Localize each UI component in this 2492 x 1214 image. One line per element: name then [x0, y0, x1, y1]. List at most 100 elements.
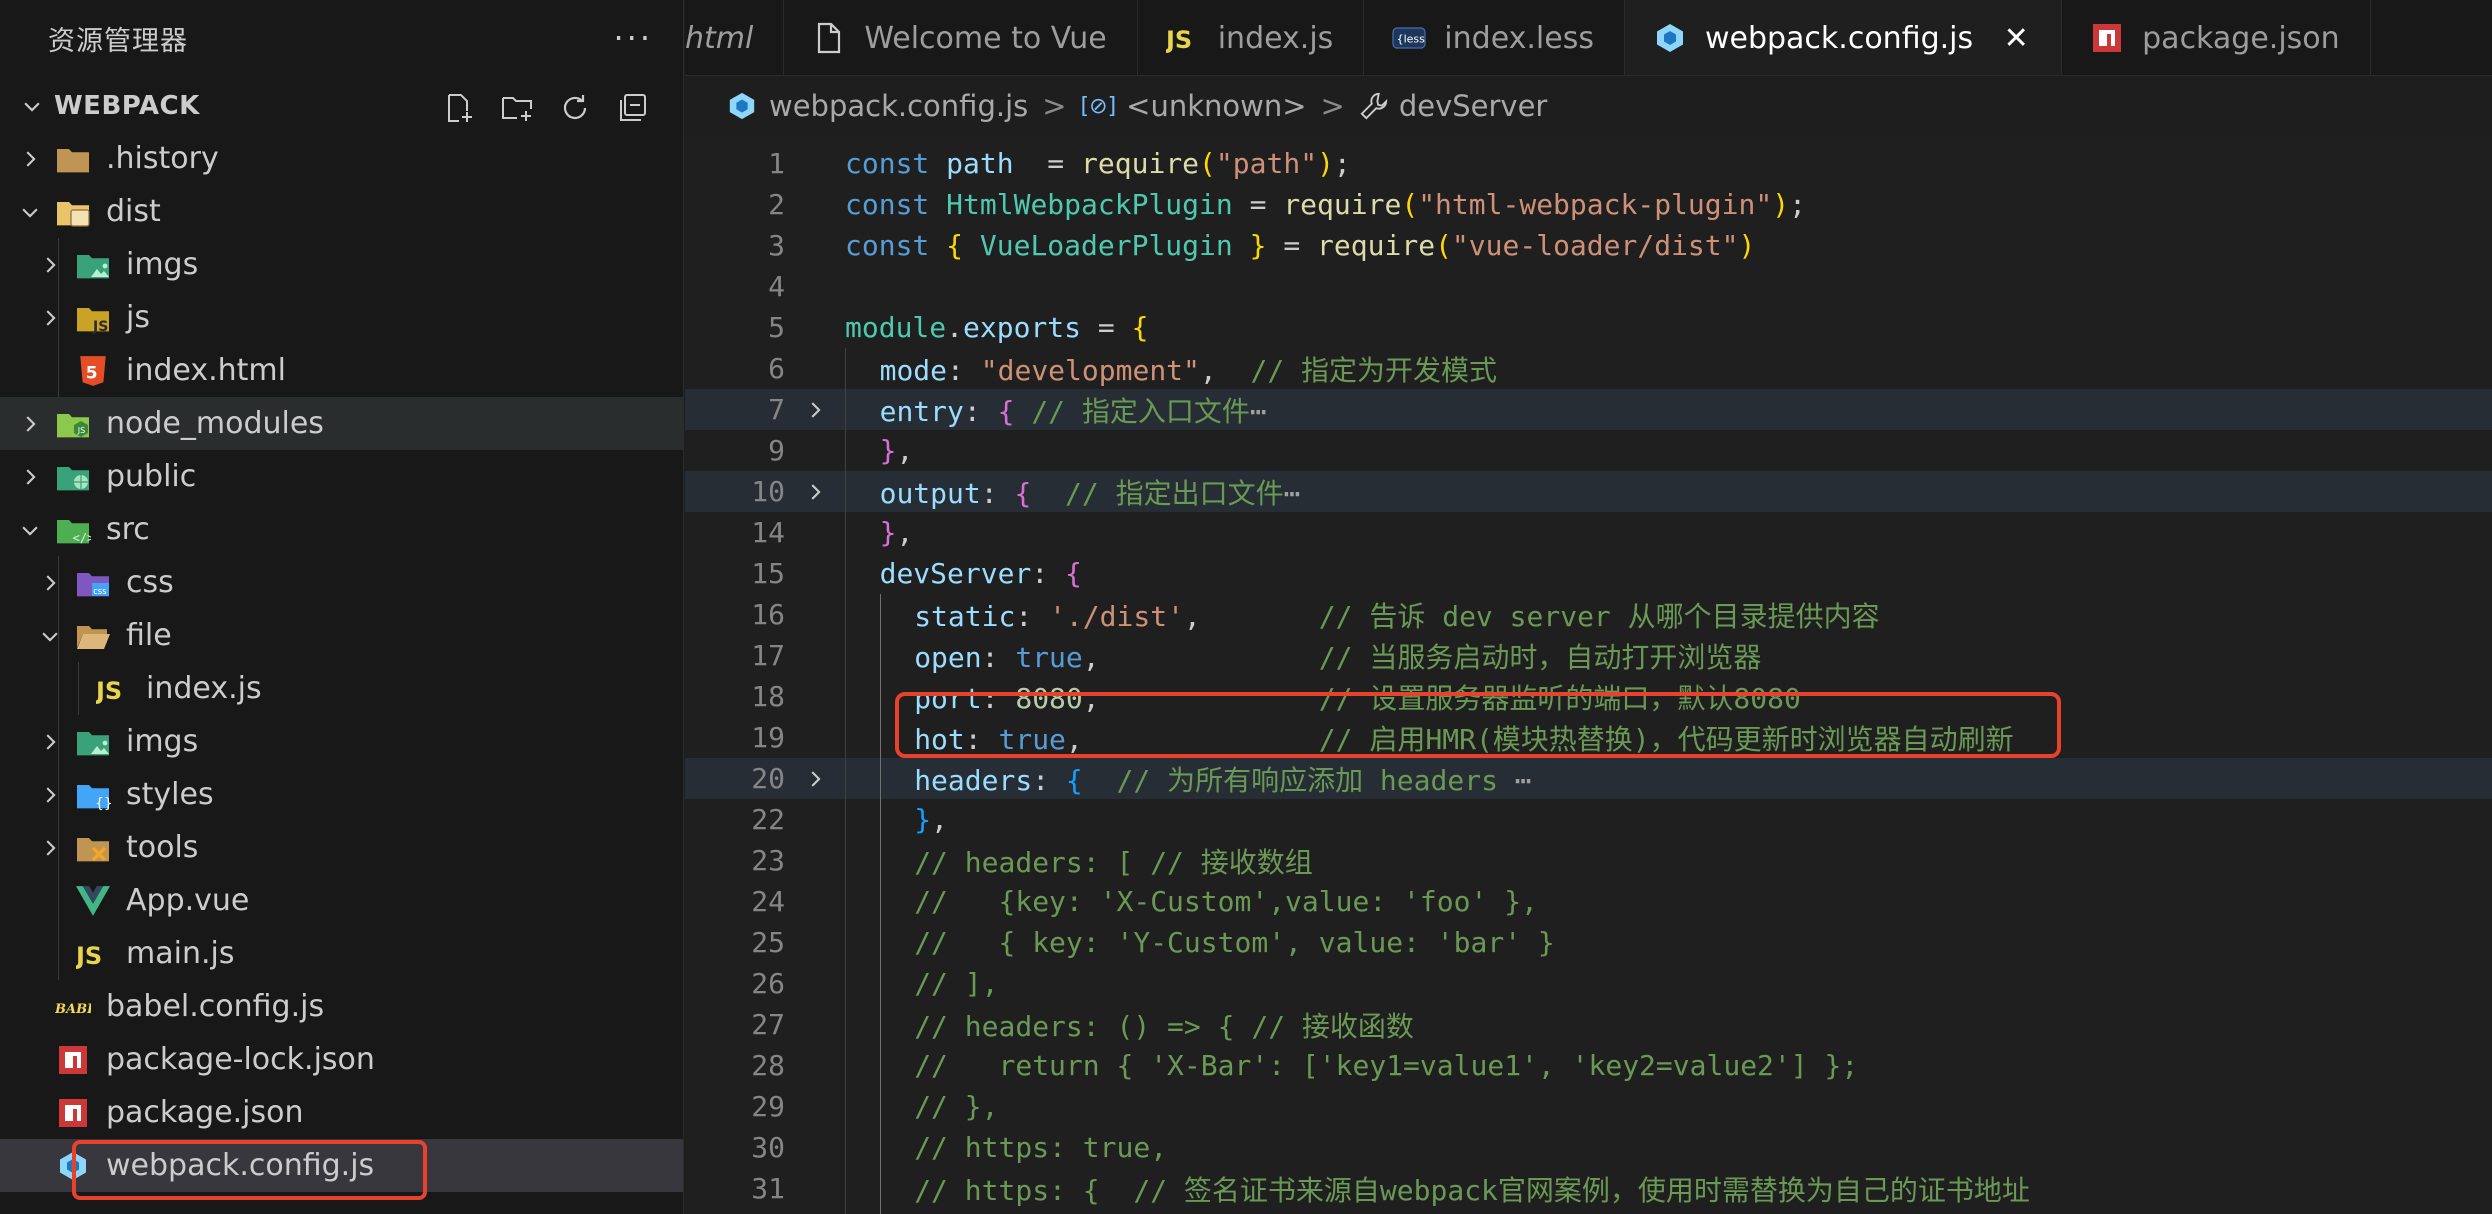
tree-item[interactable]: 5 index.html: [0, 344, 683, 397]
chevron-right-icon[interactable]: [32, 300, 68, 336]
code-token: path: [946, 147, 1014, 180]
chevron-down-icon[interactable]: [32, 618, 68, 654]
code-line[interactable]: 1 const path = require("path");: [685, 143, 2492, 184]
code-editor[interactable]: 1 const path = require("path"); 2 const Htm…: [685, 135, 2492, 1214]
editor-tab[interactable]: JS index.js: [1138, 0, 1365, 75]
code-line[interactable]: 25 // { key: 'Y-Custom', value: 'bar' }: [685, 922, 2492, 963]
chevron-right-icon[interactable]: [12, 459, 48, 495]
code-token: open: [914, 640, 982, 674]
more-actions-button[interactable]: ···: [613, 22, 653, 54]
tree-item[interactable]: BABEL babel.config.js: [0, 980, 683, 1033]
tree-item[interactable]: JS index.js: [0, 662, 683, 715]
tree-item[interactable]: .history: [0, 132, 683, 185]
new-folder-icon[interactable]: [497, 88, 537, 128]
code-line[interactable]: 28 // return { 'X-Bar': ['key1=value1', '…: [685, 1045, 2492, 1086]
editor-tab[interactable]: package.json: [2062, 0, 2371, 75]
code-line[interactable]: 5 module.exports = {: [685, 307, 2492, 348]
code-token: require: [1081, 147, 1200, 180]
fold-chevron-icon[interactable]: [785, 768, 845, 790]
code-line[interactable]: 15 devServer: {: [685, 553, 2492, 594]
tree-item[interactable]: webpack.config.js: [0, 1139, 683, 1192]
symbol-icon: [⊘]: [1080, 93, 1117, 119]
code-line[interactable]: 6 mode: "development", // 指定为开发模式: [685, 348, 2492, 389]
tree-item[interactable]: dist: [0, 185, 683, 238]
editor-tab[interactable]: html: [685, 0, 785, 75]
code-token: devServer: [879, 557, 1032, 590]
npm-icon: [54, 1094, 92, 1132]
chevron-right-icon[interactable]: [32, 565, 68, 601]
chevron-right-icon[interactable]: [32, 830, 68, 866]
tree-item-label: package.json: [106, 1095, 304, 1130]
code-token: ,: [1183, 599, 1319, 633]
tree-item[interactable]: {} styles: [0, 768, 683, 821]
chevron-down-icon[interactable]: [12, 512, 48, 548]
folder-images-icon: [74, 723, 112, 761]
code-line[interactable]: 32// ca: './path/to/server.pem',: [685, 1209, 2492, 1214]
refresh-icon[interactable]: [555, 88, 595, 128]
folder-public-icon: [54, 458, 92, 496]
code-line[interactable]: 24 // {key: 'X-Custom',value: 'foo' },: [685, 881, 2492, 922]
chevron-right-icon[interactable]: [32, 247, 68, 283]
chevron-right-icon[interactable]: [12, 141, 48, 177]
breadcrumb-symbol[interactable]: <unknown>: [1126, 89, 1306, 123]
code-text: // ],: [845, 967, 998, 1000]
code-line[interactable]: 9},: [685, 430, 2492, 471]
code-line[interactable]: 23 // headers: [ // 接收数组: [685, 840, 2492, 881]
tree-item[interactable]: </> src: [0, 503, 683, 556]
tree-item[interactable]: file: [0, 609, 683, 662]
code-line[interactable]: 29 // },: [685, 1086, 2492, 1127]
tree-item[interactable]: JS js: [0, 291, 683, 344]
editor-tab[interactable]: webpack.config.js ✕: [1624, 0, 2063, 75]
line-number: 5: [768, 311, 785, 344]
indent-guide: [58, 291, 59, 344]
chevron-right-icon[interactable]: [32, 724, 68, 760]
code-line[interactable]: 19 hot: true, // 启用HMR(模块热替换)，代码更新时浏览器自动刷…: [685, 717, 2492, 758]
line-number: 24: [751, 885, 785, 918]
tree-item[interactable]: App.vue: [0, 874, 683, 927]
new-file-icon[interactable]: [439, 88, 479, 128]
code-token: './dist': [1049, 599, 1184, 633]
workspace-section-header[interactable]: WEBPACK: [0, 76, 683, 136]
code-line[interactable]: 20 headers: { // 为所有响应添加 headers ⋯: [685, 758, 2492, 799]
tree-item[interactable]: imgs: [0, 715, 683, 768]
code-line[interactable]: 18 port: 8080, // 设置服务器监听的端口，默认8080: [685, 676, 2492, 717]
code-text: // },: [845, 1090, 998, 1123]
code-line[interactable]: 26 // ],: [685, 963, 2492, 1004]
tree-item[interactable]: imgs: [0, 238, 683, 291]
code-line[interactable]: 4: [685, 266, 2492, 307]
code-token: "path": [1215, 147, 1318, 180]
code-line[interactable]: 31 // https: { // 签名证书来源自webpack官网案例，使用时需…: [685, 1168, 2492, 1209]
chevron-right-icon[interactable]: [12, 406, 48, 442]
editor-tab[interactable]: Welcome to Vue: [784, 0, 1138, 75]
code-line[interactable]: 27 // headers: () => { // 接收函数: [685, 1004, 2492, 1045]
code-line[interactable]: 2 const HtmlWebpackPlugin = require("html…: [685, 184, 2492, 225]
tree-item[interactable]: JS main.js: [0, 927, 683, 980]
tree-item[interactable]: public: [0, 450, 683, 503]
tree-item[interactable]: tools: [0, 821, 683, 874]
tree-item[interactable]: JS node_modules: [0, 397, 683, 450]
code-line[interactable]: 30 // https: true,: [685, 1127, 2492, 1168]
code-line[interactable]: 17 open: true, // 当服务启动时，自动打开浏览器: [685, 635, 2492, 676]
breadcrumb-property[interactable]: devServer: [1399, 89, 1548, 123]
code-line[interactable]: 3 const { VueLoaderPlugin } = require("vu…: [685, 225, 2492, 266]
code-token: =: [1232, 188, 1284, 221]
close-icon[interactable]: ✕: [2001, 21, 2031, 56]
fold-chevron-icon[interactable]: [785, 481, 845, 503]
code-line[interactable]: 10 output: { // 指定出口文件⋯: [685, 471, 2492, 512]
code-text: mode: "development", // 指定为开发模式: [845, 349, 1497, 389]
collapse-all-icon[interactable]: [613, 88, 653, 128]
chevron-down-icon[interactable]: [12, 194, 48, 230]
tree-item[interactable]: css css: [0, 556, 683, 609]
breadcrumb-file[interactable]: webpack.config.js: [769, 89, 1028, 123]
chevron-right-icon[interactable]: [32, 777, 68, 813]
code-line[interactable]: 14},: [685, 512, 2492, 553]
code-line[interactable]: 7 entry: { // 指定入口文件⋯: [685, 389, 2492, 430]
code-token: const: [845, 188, 947, 221]
editor-tab[interactable]: {less} index.less: [1364, 0, 1625, 75]
fold-chevron-icon[interactable]: [785, 399, 845, 421]
code-token: "vue-loader/dist": [1451, 229, 1739, 262]
tree-item[interactable]: package-lock.json: [0, 1033, 683, 1086]
code-line[interactable]: 22},: [685, 799, 2492, 840]
code-line[interactable]: 16 static: './dist', // 告诉 dev server 从哪个…: [685, 594, 2492, 635]
tree-item[interactable]: package.json: [0, 1086, 683, 1139]
